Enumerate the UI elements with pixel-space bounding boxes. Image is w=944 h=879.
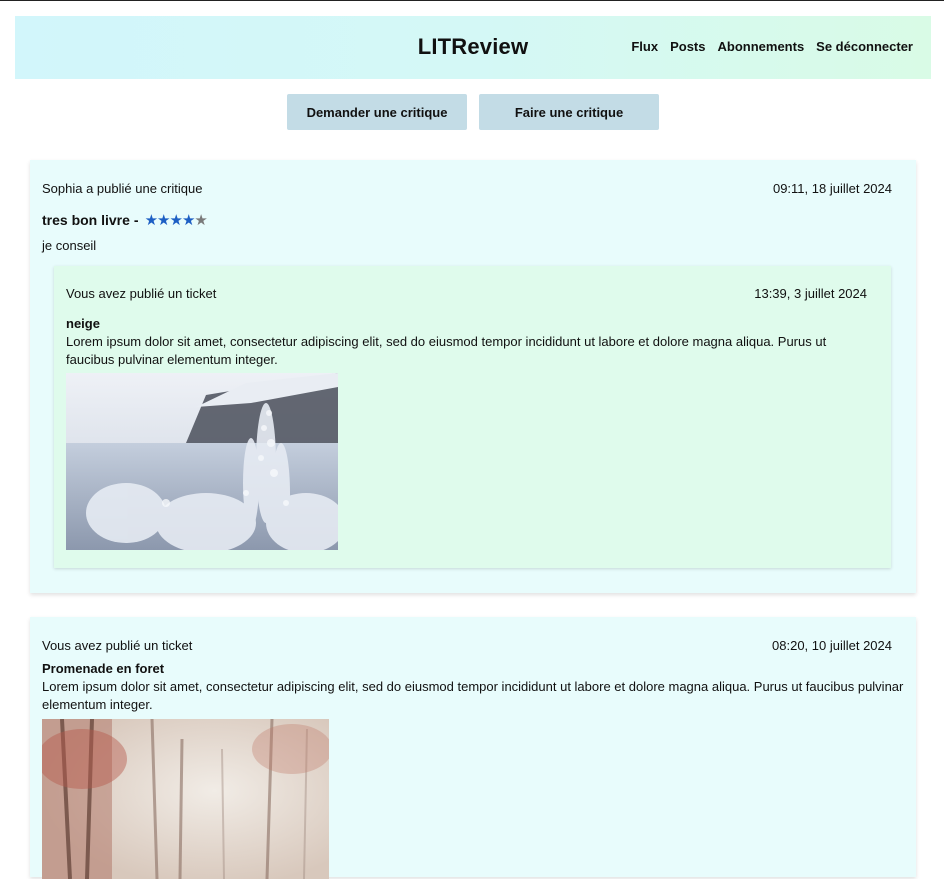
star-filled-icon: ★: [144, 212, 158, 229]
star-filled-icon: ★: [169, 212, 183, 229]
post-author-line: Vous avez publié un ticket: [42, 638, 193, 653]
main-nav: Flux Posts Abonnements Se déconnecter: [631, 39, 913, 54]
headline-separator: -: [133, 212, 139, 228]
nav-link-posts[interactable]: Posts: [670, 39, 705, 54]
ticket-title: neige: [66, 316, 100, 331]
rating-stars: ★ ★ ★ ★ ★: [144, 211, 208, 229]
ticket-image: [66, 373, 338, 550]
ticket-description: Lorem ipsum dolor sit amet, consectetur …: [42, 679, 904, 712]
nav-link-flux[interactable]: Flux: [631, 39, 658, 54]
snowy-plants-photo: [66, 373, 338, 550]
review-body: je conseil: [42, 238, 97, 253]
site-header: LITReview Flux Posts Abonnements Se déco…: [15, 16, 931, 79]
post-timestamp: 09:11, 18 juillet 2024: [772, 181, 892, 196]
nav-link-abonnements[interactable]: Abonnements: [718, 39, 805, 54]
create-review-button[interactable]: Faire une critique: [479, 94, 659, 130]
action-buttons: Demander une critique Faire une critique: [287, 94, 659, 130]
request-review-button[interactable]: Demander une critique: [287, 94, 467, 130]
ticket-author-line: Vous avez publié un ticket: [66, 286, 217, 301]
review-headline-row: tres bon livre - ★ ★ ★ ★ ★: [42, 211, 208, 229]
ticket-image: [42, 719, 329, 879]
star-empty-icon: ★: [194, 212, 207, 229]
ticket-post: Vous avez publié un ticket 08:20, 10 jui…: [30, 617, 916, 879]
ticket-description: Lorem ipsum dolor sit amet, consectetur …: [66, 334, 827, 367]
review-post: Sophia a publié une critique 09:11, 18 j…: [30, 160, 916, 593]
ticket-title: Promenade en foret: [42, 661, 165, 676]
ticket-timestamp: 13:39, 3 juillet 2024: [754, 286, 867, 301]
star-filled-icon: ★: [181, 212, 195, 229]
nav-link-logout[interactable]: Se déconnecter: [816, 39, 913, 54]
misty-forest-photo: [42, 719, 329, 879]
star-filled-icon: ★: [157, 212, 170, 229]
referenced-ticket: Vous avez publié un ticket 13:39, 3 juil…: [54, 266, 891, 568]
post-timestamp: 08:20, 10 juillet 2024: [772, 638, 892, 653]
post-author-line: Sophia a publié une critique: [42, 181, 203, 196]
review-headline: tres bon livre: [42, 212, 130, 228]
